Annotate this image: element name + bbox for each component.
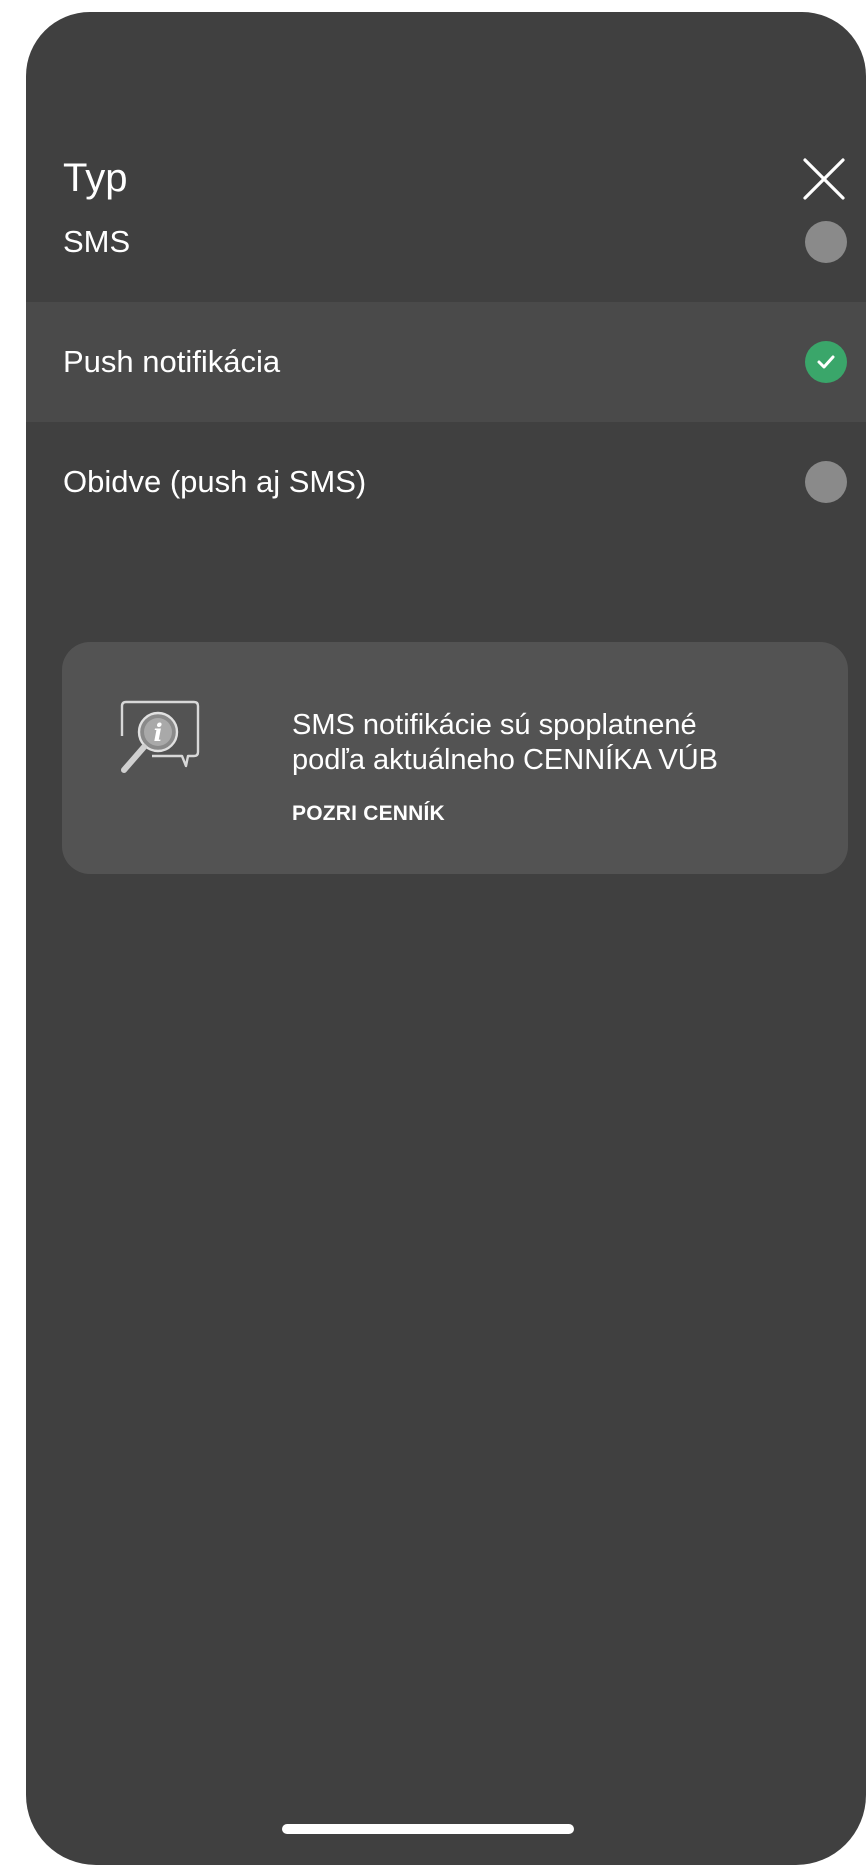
radio-checked-icon xyxy=(805,341,847,383)
screen: Typ SMS Push notifikácia Obidve (push aj… xyxy=(0,0,866,1865)
info-message: SMS notifikácie sú spoplatnené podľa akt… xyxy=(292,708,832,778)
view-pricelist-link[interactable]: POZRI CENNÍK xyxy=(292,802,445,826)
info-line-1: SMS notifikácie sú spoplatnené xyxy=(292,709,697,741)
home-indicator[interactable] xyxy=(282,1824,574,1834)
type-selection-sheet: Typ SMS Push notifikácia Obidve (push aj… xyxy=(26,12,866,1865)
radio-unchecked-icon xyxy=(805,461,847,503)
option-both[interactable]: Obidve (push aj SMS) xyxy=(26,422,866,542)
option-push-notification[interactable]: Push notifikácia xyxy=(26,302,866,422)
checkmark-icon xyxy=(817,355,835,369)
option-label: Push notifikácia xyxy=(63,344,281,379)
option-sms[interactable]: SMS xyxy=(26,182,866,302)
option-label: SMS xyxy=(63,224,131,259)
info-magnifier-icon: i xyxy=(112,696,202,782)
info-line-2: podľa aktuálneho CENNÍKA VÚB xyxy=(292,744,718,776)
info-card: i SMS notifikácie sú spoplatnené podľa a… xyxy=(62,642,848,874)
svg-text:i: i xyxy=(153,718,162,747)
radio-unchecked-icon xyxy=(805,221,847,263)
option-label: Obidve (push aj SMS) xyxy=(63,464,367,499)
